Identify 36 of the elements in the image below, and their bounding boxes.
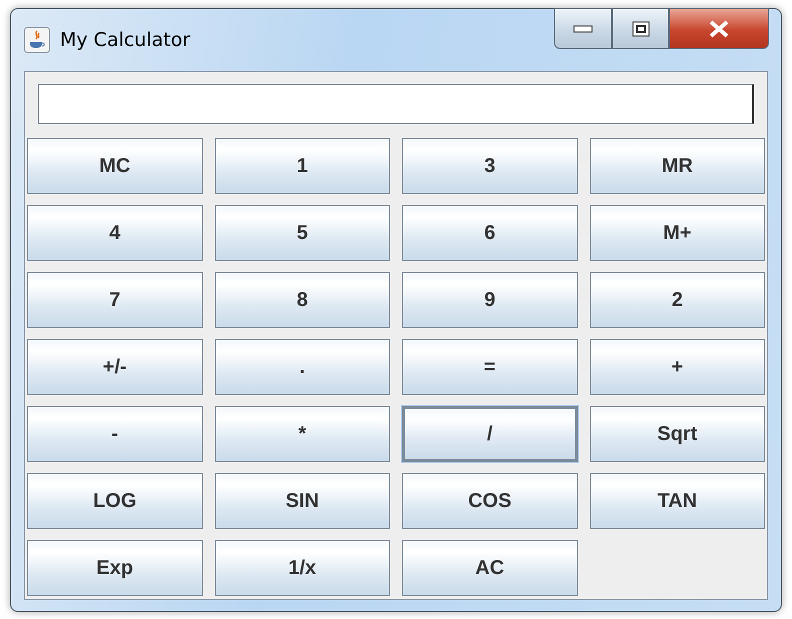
calculator-key[interactable]: M+	[590, 205, 765, 261]
calculator-key[interactable]: 3	[402, 138, 578, 194]
maximize-button[interactable]	[612, 8, 669, 49]
calculator-key[interactable]: -	[27, 406, 202, 462]
calculator-key[interactable]: 8	[214, 272, 390, 328]
calculator-key[interactable]: 6	[402, 205, 578, 261]
calculator-key[interactable]: /	[402, 406, 578, 462]
calculator-key[interactable]: .	[214, 339, 390, 395]
calculator-key[interactable]: 1	[214, 138, 390, 194]
calculator-key[interactable]: Sqrt	[590, 406, 765, 462]
calculator-key[interactable]: 4	[27, 205, 202, 261]
calculator-key[interactable]: LOG	[27, 473, 202, 529]
close-icon	[708, 20, 730, 38]
maximize-icon	[632, 20, 650, 36]
calculator-key[interactable]: +	[590, 339, 765, 395]
calculator-key[interactable]: Exp	[27, 540, 202, 596]
coffee-cup-icon	[24, 27, 50, 53]
calculator-key[interactable]: 1/x	[214, 540, 390, 596]
display-field[interactable]	[38, 84, 754, 124]
close-button[interactable]	[669, 8, 769, 49]
calculator-key[interactable]: =	[402, 339, 578, 395]
calculator-key[interactable]: 2	[590, 272, 765, 328]
minimize-icon	[573, 24, 593, 34]
calculator-key[interactable]: 5	[214, 205, 390, 261]
calculator-key[interactable]: +/-	[27, 339, 202, 395]
window-title: My Calculator	[60, 29, 190, 51]
calculator-key[interactable]: MR	[590, 138, 765, 194]
calculator-key[interactable]: COS	[402, 473, 578, 529]
calculator-key[interactable]: SIN	[214, 473, 390, 529]
calculator-key[interactable]: 7	[27, 272, 202, 328]
calculator-key[interactable]: *	[214, 406, 390, 462]
calculator-key[interactable]: TAN	[590, 473, 765, 529]
calculator-key[interactable]: MC	[27, 138, 202, 194]
calculator-key[interactable]: 9	[402, 272, 578, 328]
calculator-key[interactable]: AC	[402, 540, 578, 596]
minimize-button[interactable]	[554, 8, 612, 49]
